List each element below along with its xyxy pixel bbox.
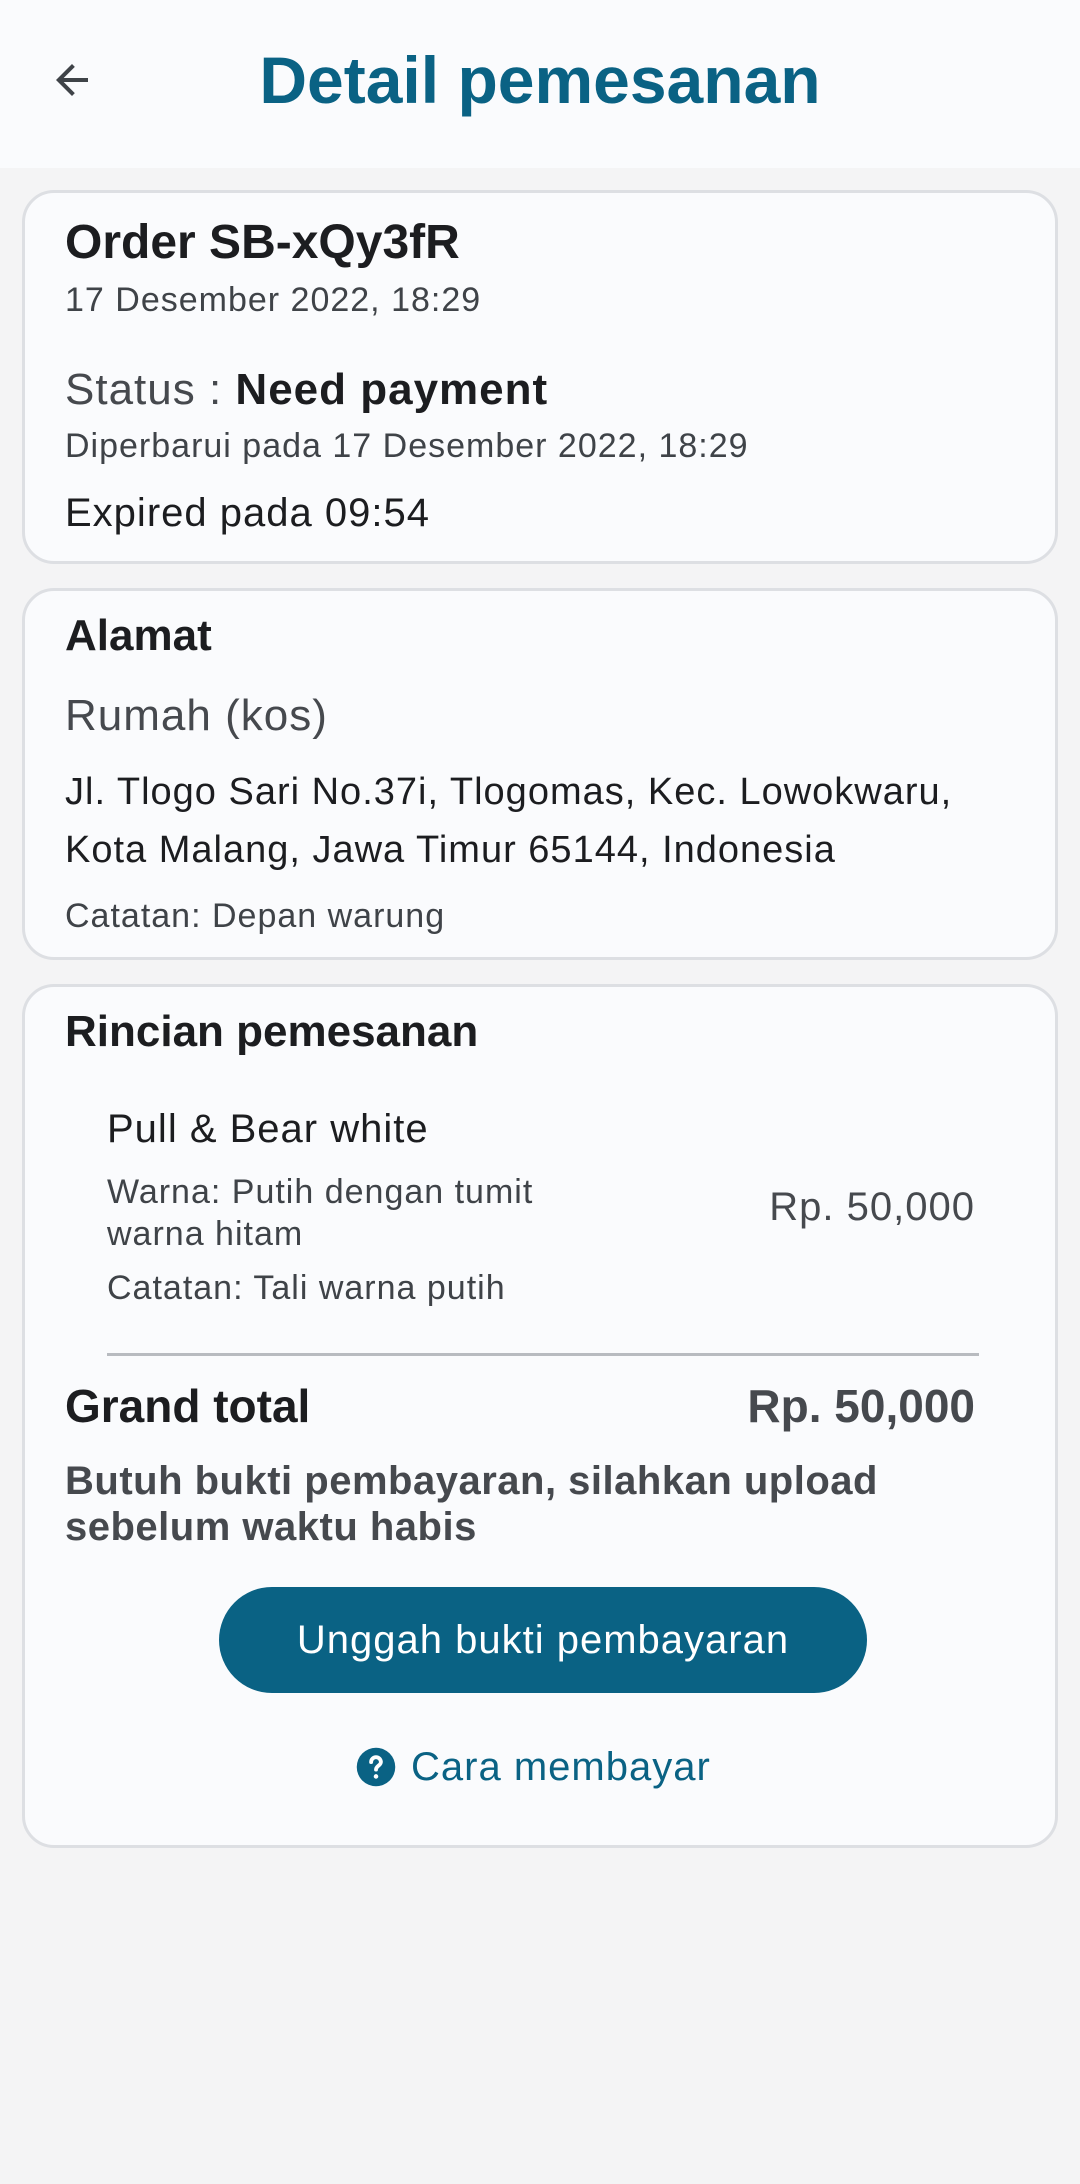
upload-payment-proof-button[interactable]: Unggah bukti pembayaran — [219, 1587, 867, 1693]
question-circle-icon — [356, 1747, 396, 1787]
item-price: Rp. 50,000 — [769, 1185, 975, 1229]
divider — [107, 1353, 979, 1356]
order-card: Order SB-xQy3fR 17 Desember 2022, 18:29 … — [22, 190, 1058, 564]
address-heading: Alamat — [65, 611, 212, 660]
address-line-2: Kota Malang, Jawa Timur 65144, Indonesia — [65, 829, 836, 871]
status-value: Need payment — [235, 365, 549, 414]
grand-total-value: Rp. 50,000 — [747, 1380, 975, 1432]
item-color-line-1: Warna: Putih dengan tumit — [107, 1173, 534, 1211]
address-line-1: Jl. Tlogo Sari No.37i, Tlogomas, Kec. Lo… — [65, 771, 953, 813]
address-name: Rumah (kos) — [65, 691, 328, 740]
item-name: Pull & Bear white — [107, 1107, 429, 1151]
payment-note-line-1: Butuh bukti pembayaran, silahkan upload — [65, 1459, 878, 1503]
grand-total-label: Grand total — [65, 1380, 311, 1432]
order-title: Order SB-xQy3fR — [65, 216, 460, 269]
page-title: Detail pemesanan — [259, 43, 821, 117]
item-color-line-2: warna hitam — [107, 1215, 304, 1253]
how-to-pay-label: Cara membayar — [411, 1744, 711, 1789]
details-heading: Rincian pemesanan — [65, 1007, 479, 1056]
payment-note-line-2: sebelum waktu habis — [65, 1505, 477, 1549]
order-date: 17 Desember 2022, 18:29 — [65, 281, 482, 319]
order-status: Status : Need payment — [65, 365, 548, 415]
app-bar: Detail pemesanan — [0, 0, 1080, 168]
how-to-pay-link[interactable]: Cara membayar — [355, 1739, 711, 1795]
address-note: Catatan: Depan warung — [65, 897, 446, 935]
status-label: Status : — [65, 365, 236, 414]
order-updated: Diperbarui pada 17 Desember 2022, 18:29 — [65, 427, 749, 465]
order-details-card: Rincian pemesanan Pull & Bear white Warn… — [22, 984, 1058, 1848]
address-card: Alamat Rumah (kos) Jl. Tlogo Sari No.37i… — [22, 588, 1058, 960]
item-note: Catatan: Tali warna putih — [107, 1269, 506, 1307]
order-expired: Expired pada 09:54 — [65, 491, 430, 535]
